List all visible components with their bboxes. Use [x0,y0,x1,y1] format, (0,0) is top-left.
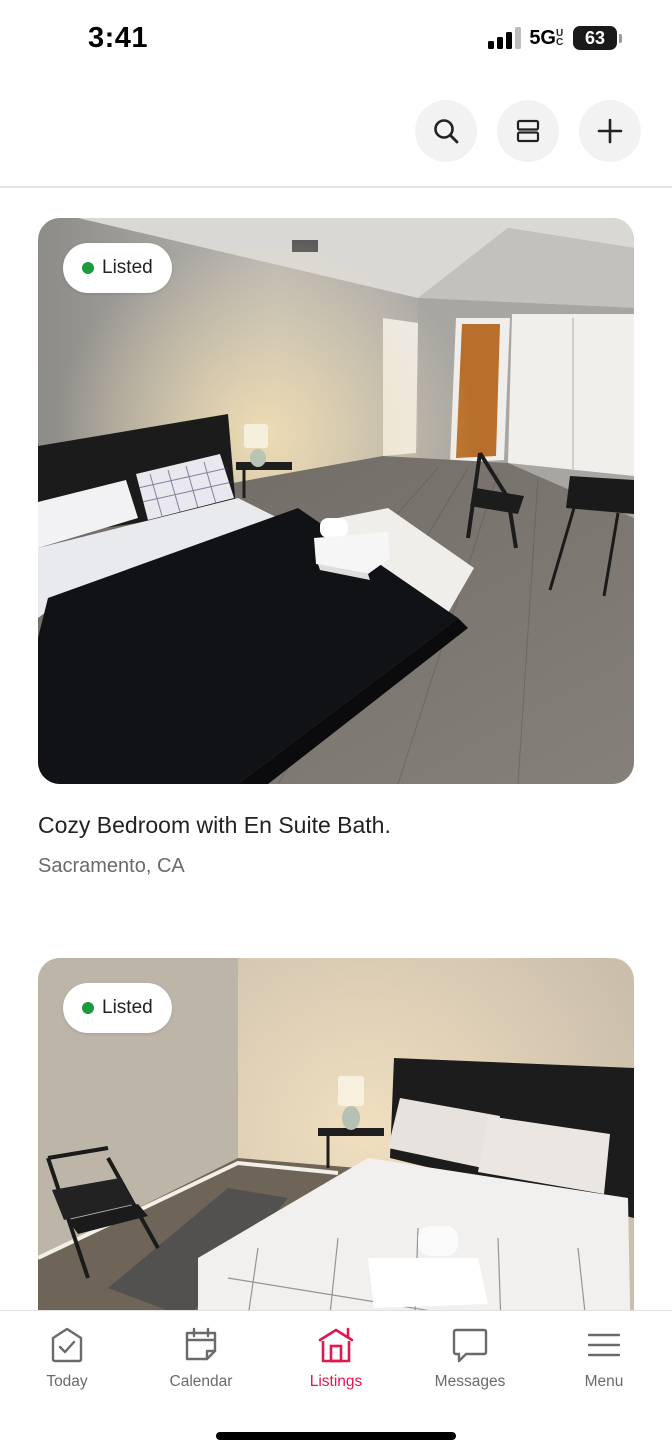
tab-messages[interactable]: Messages [415,1325,525,1391]
battery-icon: 63 [573,26,622,50]
tab-today[interactable]: Today [12,1325,122,1391]
calendar-icon [181,1325,221,1365]
network-type: 5G [529,26,556,49]
listing-location: Sacramento, CA [38,855,185,877]
search-icon [434,119,459,144]
search-button[interactable] [415,100,477,162]
listing-card[interactable]: Listed Cozy Bedroom with En Suite Bath. … [38,218,634,878]
bedroom-photo [38,218,634,784]
cellular-signal-icon [488,27,522,49]
tab-label: Listings [309,1373,363,1390]
home-indicator [216,1432,456,1440]
listing-photo[interactable]: Listed [38,218,634,784]
plus-icon [597,118,623,144]
listing-status-text: Listed [102,997,153,1018]
hamburger-menu-icon [584,1325,624,1365]
top-actions [415,100,641,162]
tab-label: Menu [584,1373,624,1390]
tab-menu[interactable]: Menu [549,1325,659,1391]
tab-label: Today [46,1373,88,1390]
tab-listings[interactable]: Listings [281,1325,391,1391]
listing-status-badge: Listed [63,243,172,293]
house-icon [316,1325,356,1365]
listing-title[interactable]: Cozy Bedroom with En Suite Bath. [38,812,634,839]
listing-status-text: Listed [102,257,153,278]
tab-label: Messages [434,1373,506,1390]
message-bubble-icon [450,1325,490,1365]
network-suffix: UC [556,28,564,48]
tab-calendar[interactable]: Calendar [146,1325,256,1391]
listing-status-badge: Listed [63,983,172,1033]
status-time: 3:41 [88,22,149,54]
list-view-icon [516,119,540,143]
tab-label: Calendar [169,1373,233,1390]
status-bar: 3:41 5G UC 63 [0,0,672,80]
view-toggle-button[interactable] [497,100,559,162]
status-dot [82,262,94,274]
status-dot [82,1002,94,1014]
header-divider [0,186,672,188]
today-check-icon [47,1325,87,1365]
add-listing-button[interactable] [579,100,641,162]
status-indicators: 5G UC 63 [488,26,622,50]
battery-level: 63 [573,26,617,50]
